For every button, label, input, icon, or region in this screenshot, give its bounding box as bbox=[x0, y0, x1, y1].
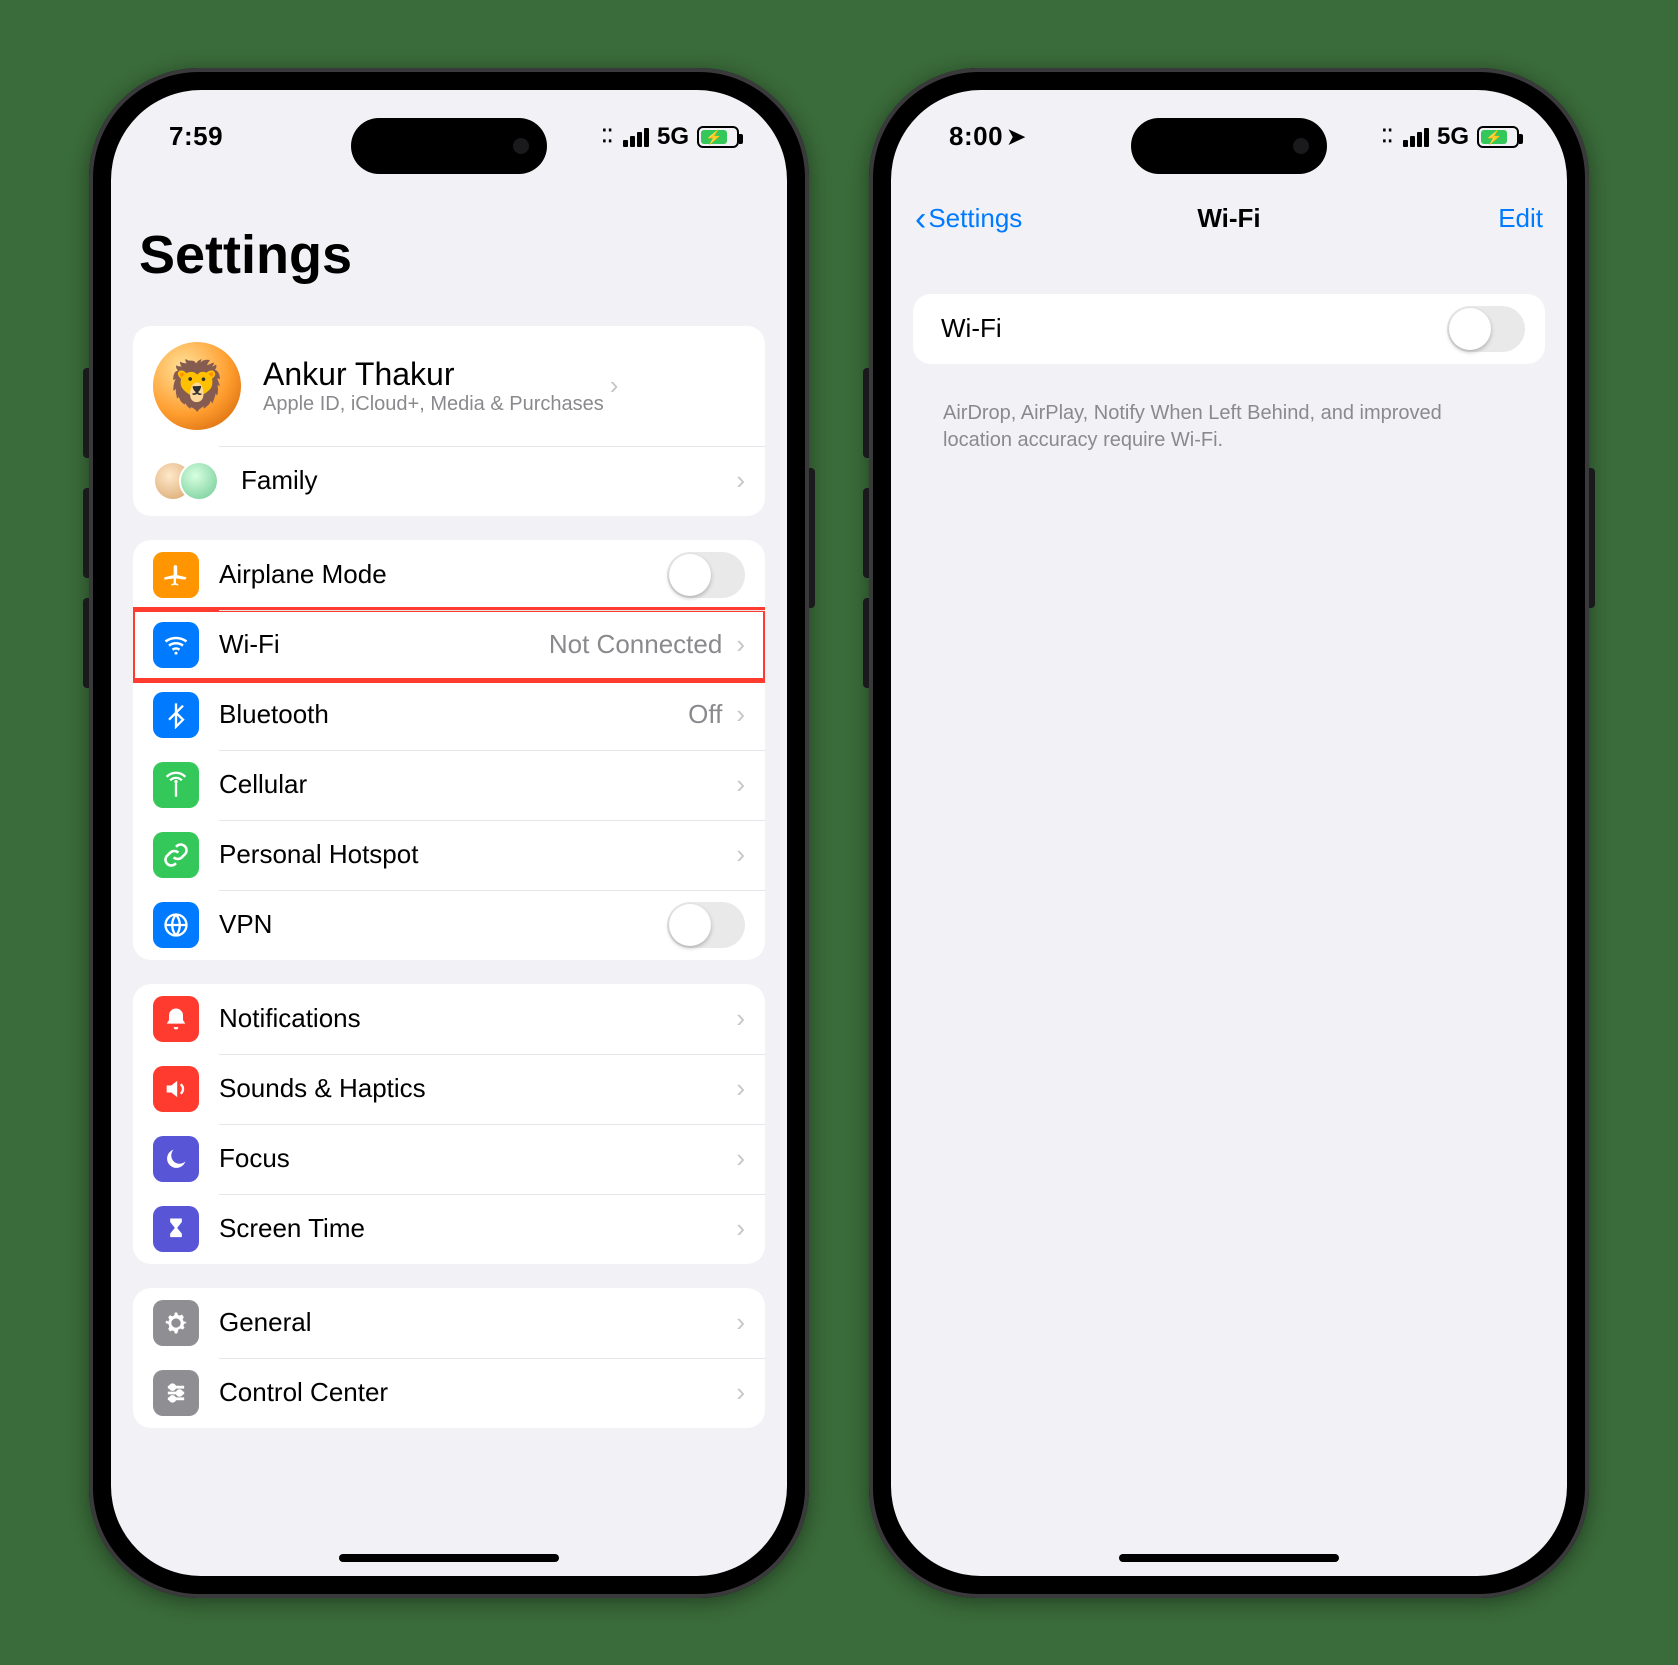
chevron-right-icon: › bbox=[736, 1003, 745, 1034]
antenna-icon bbox=[153, 762, 199, 808]
screen-left: 7:59 ⁚⁚ 5G ⚡ Settings 🦁 Ankur Thakur App… bbox=[111, 90, 787, 1576]
network-label: 5G bbox=[1437, 123, 1469, 151]
chevron-right-icon: › bbox=[736, 1143, 745, 1174]
general-label: General bbox=[219, 1307, 730, 1338]
bluetooth-value: Off bbox=[688, 699, 722, 730]
control-label: Control Center bbox=[219, 1377, 730, 1408]
general-cell[interactable]: General › bbox=[133, 1288, 765, 1358]
status-time: 8:00 ➤ bbox=[949, 121, 1026, 152]
profile-group: 🦁 Ankur Thakur Apple ID, iCloud+, Media … bbox=[133, 326, 765, 516]
wifi-content[interactable]: Wi-Fi AirDrop, AirPlay, Notify When Left… bbox=[891, 254, 1567, 1576]
status-right: ⁚⁚ 5G ⚡ bbox=[1382, 123, 1519, 151]
family-label: Family bbox=[241, 465, 730, 496]
vpn-label: VPN bbox=[219, 909, 667, 940]
focus-cell[interactable]: Focus › bbox=[133, 1124, 765, 1194]
chevron-right-icon: › bbox=[736, 769, 745, 800]
link-icon bbox=[153, 832, 199, 878]
chevron-left-icon: ‹ bbox=[915, 202, 926, 236]
edit-button[interactable]: Edit bbox=[1498, 203, 1543, 234]
bluetooth-icon bbox=[153, 692, 199, 738]
chevron-right-icon: › bbox=[736, 699, 745, 730]
speaker-icon bbox=[153, 1066, 199, 1112]
signal-bars-icon bbox=[1403, 127, 1429, 147]
moon-icon bbox=[153, 1136, 199, 1182]
profile-subtitle: Apple ID, iCloud+, Media & Purchases bbox=[263, 393, 604, 416]
wifi-icon bbox=[153, 622, 199, 668]
wifi-footer-note: AirDrop, AirPlay, Notify When Left Behin… bbox=[913, 388, 1545, 454]
home-indicator[interactable] bbox=[1119, 1554, 1339, 1562]
airplane-label: Airplane Mode bbox=[219, 559, 667, 590]
wifi-value: Not Connected bbox=[549, 629, 722, 660]
control-cell[interactable]: Control Center › bbox=[133, 1358, 765, 1428]
iphone-frame-right: 8:00 ➤ ⁚⁚ 5G ⚡ ‹ Settings Wi-Fi Edit Wi-… bbox=[869, 68, 1589, 1598]
gear-icon bbox=[153, 1300, 199, 1346]
alerts-group: Notifications › Sounds & Haptics › Focus… bbox=[133, 984, 765, 1264]
sounds-label: Sounds & Haptics bbox=[219, 1073, 730, 1104]
status-time: 7:59 bbox=[169, 121, 223, 152]
dual-sim-icon: ⁚⁚ bbox=[1382, 126, 1393, 147]
dynamic-island bbox=[351, 118, 547, 174]
chevron-right-icon: › bbox=[736, 465, 745, 496]
bluetooth-label: Bluetooth bbox=[219, 699, 688, 730]
focus-label: Focus bbox=[219, 1143, 730, 1174]
cellular-cell[interactable]: Cellular › bbox=[133, 750, 765, 820]
wifi-toggle[interactable] bbox=[1447, 306, 1525, 352]
nav-bar: ‹ Settings Wi-Fi Edit bbox=[891, 184, 1567, 254]
settings-content[interactable]: 🦁 Ankur Thakur Apple ID, iCloud+, Media … bbox=[111, 302, 787, 1576]
bluetooth-cell[interactable]: Bluetooth Off › bbox=[133, 680, 765, 750]
profile-name: Ankur Thakur bbox=[263, 356, 604, 393]
airplane-toggle[interactable] bbox=[667, 552, 745, 598]
chevron-right-icon: › bbox=[736, 1377, 745, 1408]
cellular-label: Cellular bbox=[219, 769, 730, 800]
chevron-right-icon: › bbox=[610, 370, 619, 401]
back-label: Settings bbox=[928, 203, 1022, 234]
chevron-right-icon: › bbox=[736, 1213, 745, 1244]
network-label: 5G bbox=[657, 123, 689, 151]
chevron-right-icon: › bbox=[736, 1073, 745, 1104]
sounds-cell[interactable]: Sounds & Haptics › bbox=[133, 1054, 765, 1124]
airplane-cell[interactable]: Airplane Mode bbox=[133, 540, 765, 610]
wifi-toggle-cell[interactable]: Wi-Fi bbox=[913, 294, 1545, 364]
screen-right: 8:00 ➤ ⁚⁚ 5G ⚡ ‹ Settings Wi-Fi Edit Wi-… bbox=[891, 90, 1567, 1576]
wifi-toggle-group: Wi-Fi bbox=[913, 294, 1545, 364]
nav-title: Wi-Fi bbox=[1197, 203, 1260, 234]
connectivity-group: Airplane Mode Wi-Fi Not Connected › Bluet… bbox=[133, 540, 765, 960]
iphone-frame-left: 7:59 ⁚⁚ 5G ⚡ Settings 🦁 Ankur Thakur App… bbox=[89, 68, 809, 1598]
home-indicator[interactable] bbox=[339, 1554, 559, 1562]
location-arrow-icon: ➤ bbox=[1007, 124, 1026, 150]
wifi-label: Wi-Fi bbox=[219, 629, 549, 660]
vpn-toggle[interactable] bbox=[667, 902, 745, 948]
wifi-toggle-label: Wi-Fi bbox=[941, 313, 1447, 344]
general-group: General › Control Center › bbox=[133, 1288, 765, 1428]
battery-icon: ⚡ bbox=[697, 126, 739, 148]
battery-icon: ⚡ bbox=[1477, 126, 1519, 148]
hourglass-icon bbox=[153, 1206, 199, 1252]
apple-id-cell[interactable]: 🦁 Ankur Thakur Apple ID, iCloud+, Media … bbox=[133, 326, 765, 446]
wifi-cell[interactable]: Wi-Fi Not Connected › bbox=[133, 610, 765, 680]
globe-icon bbox=[153, 902, 199, 948]
signal-bars-icon bbox=[623, 127, 649, 147]
airplane-icon bbox=[153, 552, 199, 598]
chevron-right-icon: › bbox=[736, 839, 745, 870]
avatar: 🦁 bbox=[153, 342, 241, 430]
bell-icon bbox=[153, 996, 199, 1042]
hotspot-label: Personal Hotspot bbox=[219, 839, 730, 870]
sliders-icon bbox=[153, 1370, 199, 1416]
status-right: ⁚⁚ 5G ⚡ bbox=[602, 123, 739, 151]
chevron-right-icon: › bbox=[736, 1307, 745, 1338]
notifications-label: Notifications bbox=[219, 1003, 730, 1034]
screentime-label: Screen Time bbox=[219, 1213, 730, 1244]
family-cell[interactable]: Family › bbox=[133, 446, 765, 516]
chevron-right-icon: › bbox=[736, 629, 745, 660]
dual-sim-icon: ⁚⁚ bbox=[602, 126, 613, 147]
back-button[interactable]: ‹ Settings bbox=[915, 202, 1022, 236]
vpn-cell[interactable]: VPN bbox=[133, 890, 765, 960]
notifications-cell[interactable]: Notifications › bbox=[133, 984, 765, 1054]
hotspot-cell[interactable]: Personal Hotspot › bbox=[133, 820, 765, 890]
dynamic-island bbox=[1131, 118, 1327, 174]
page-title: Settings bbox=[111, 184, 787, 302]
family-avatars bbox=[153, 461, 219, 501]
screentime-cell[interactable]: Screen Time › bbox=[133, 1194, 765, 1264]
